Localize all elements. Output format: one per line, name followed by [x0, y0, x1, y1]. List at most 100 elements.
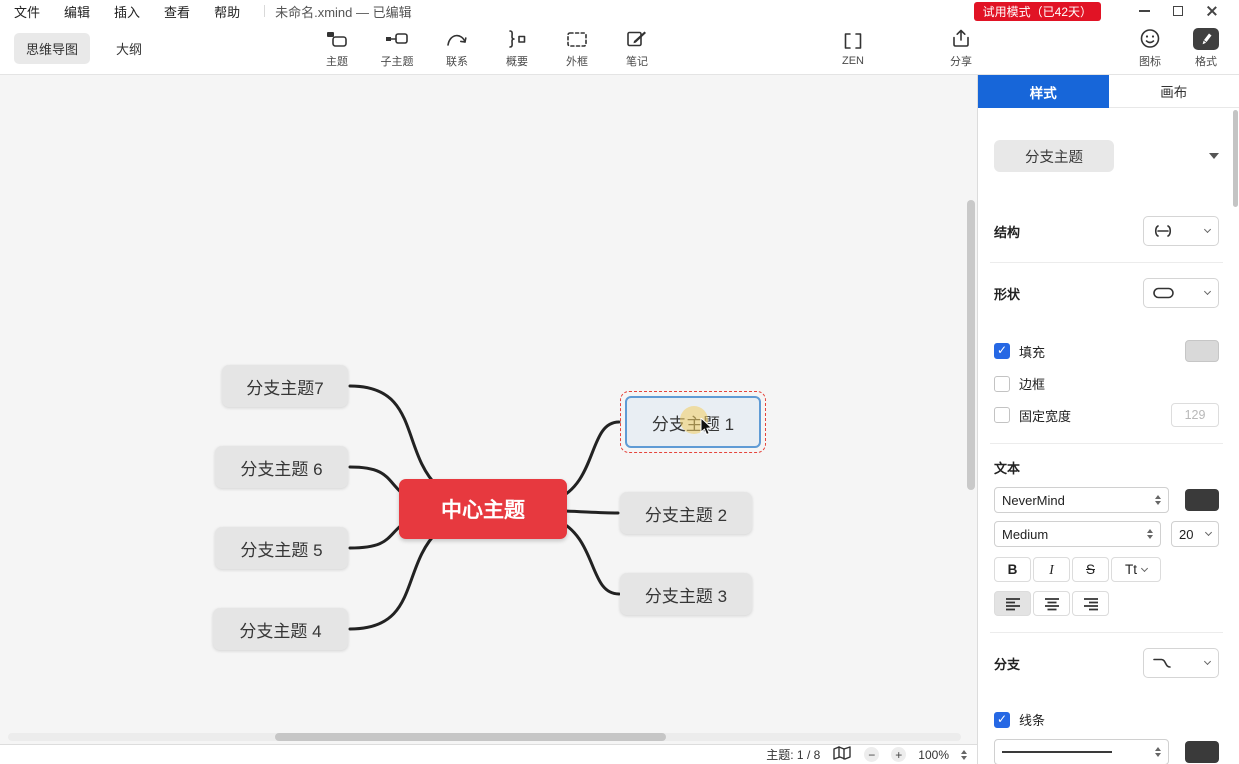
topic-icon — [325, 28, 349, 50]
vertical-scrollbar-thumb[interactable] — [967, 200, 975, 490]
topic-central[interactable]: 中心主题 — [399, 479, 567, 539]
topic-branch-2[interactable]: 分支主题 2 — [620, 492, 752, 534]
topic-branch-3[interactable]: 分支主题 3 — [620, 573, 752, 615]
topic-branch-5[interactable]: 分支主题 5 — [215, 527, 348, 569]
text-case-button[interactable]: Tt — [1111, 557, 1161, 582]
stickers-label: 图标 — [1139, 55, 1161, 68]
align-center-button[interactable] — [1033, 591, 1070, 616]
notes-icon — [625, 28, 649, 50]
font-weight-select[interactable]: Medium — [994, 521, 1161, 547]
summary-button[interactable]: 概要 — [498, 28, 536, 69]
align-right-button[interactable] — [1072, 591, 1109, 616]
format-panel: 样式 画布 分支主题 结构 形状 ✓ 填充 边框 固定宽度 129 文本 Nev… — [977, 75, 1239, 764]
view-tabs: 思维导图 大纲 — [14, 32, 200, 64]
font-weight-value: Medium — [1002, 526, 1049, 542]
shape-dropdown[interactable] — [1143, 278, 1219, 308]
menu-insert[interactable]: 插入 — [114, 2, 140, 21]
topic-type-dropdown-icon[interactable] — [1209, 153, 1219, 159]
font-size-select[interactable]: 20 — [1171, 521, 1219, 547]
notes-button[interactable]: 笔记 — [618, 28, 656, 69]
close-icon — [1206, 5, 1218, 17]
menu-view[interactable]: 查看 — [164, 2, 190, 21]
fixed-width-checkbox[interactable] — [994, 407, 1010, 423]
notes-label: 笔记 — [626, 55, 648, 68]
menubar-divider — [264, 5, 266, 17]
share-button[interactable]: 分享 — [942, 28, 980, 69]
content-area: 分支主题7 分支主题 6 分支主题 5 分支主题 4 中心主题 1 分支主题 2… — [0, 75, 1239, 764]
zoom-level[interactable]: 100% — [918, 748, 949, 762]
smiley-icon — [1138, 28, 1162, 50]
line-style-select[interactable] — [994, 739, 1169, 764]
zoom-up-icon — [961, 749, 967, 754]
menu-edit[interactable]: 编辑 — [64, 2, 90, 21]
structure-row: 结构 — [994, 216, 1219, 246]
subtopic-icon — [385, 28, 409, 50]
topic-branch-6[interactable]: 分支主题 6 — [215, 446, 348, 488]
text-color-swatch[interactable] — [1185, 489, 1219, 511]
select-spinner-icon — [1155, 495, 1161, 505]
tab-outline[interactable]: 大纲 — [104, 33, 154, 64]
topic-type-selector[interactable]: 分支主题 — [994, 140, 1114, 172]
text-case-value: Tt — [1125, 562, 1137, 577]
maximize-icon — [1173, 6, 1183, 16]
chevron-down-icon — [1203, 657, 1212, 666]
zoom-out-button[interactable]: − — [864, 747, 880, 762]
menubar: 文件 编辑 插入 查看 帮助 未命名.xmind — 已编辑 试用模式（已42天… — [0, 0, 1239, 22]
share-icon — [949, 28, 973, 50]
topic-branch-4[interactable]: 分支主题 4 — [213, 608, 348, 650]
branch-label: 分支 — [994, 656, 1021, 672]
text-style-buttons-row: B I S Tt — [994, 557, 1219, 582]
fill-checkbox[interactable] — [994, 343, 1010, 359]
italic-button[interactable]: I — [1033, 557, 1070, 582]
horizontal-scrollbar[interactable] — [8, 733, 961, 741]
topic-counter: 主题: 1 / 8 — [766, 748, 821, 762]
structure-dropdown[interactable] — [1143, 216, 1219, 246]
close-button[interactable] — [1195, 1, 1229, 21]
zoom-in-button[interactable]: + — [891, 747, 907, 762]
line-color-swatch[interactable] — [1185, 741, 1219, 763]
tab-mindmap[interactable]: 思维导图 — [14, 32, 91, 64]
align-left-button[interactable] — [994, 591, 1031, 616]
horizontal-scrollbar-thumb[interactable] — [274, 733, 666, 741]
strikethrough-button[interactable]: S — [1072, 557, 1109, 582]
chevron-down-icon — [1204, 528, 1213, 537]
chevron-down-icon — [1140, 564, 1149, 572]
boundary-button[interactable]: 外框 — [558, 28, 596, 69]
topic-branch-6-label: 分支主题 6 — [240, 459, 323, 479]
relationship-icon — [445, 28, 469, 50]
line-checkbox[interactable] — [994, 711, 1010, 728]
relationship-button[interactable]: 联系 — [438, 28, 476, 69]
maximize-button[interactable] — [1161, 1, 1195, 21]
topic-label: 主题 — [326, 55, 348, 68]
fill-label: 填充 — [1019, 344, 1046, 360]
border-checkbox[interactable] — [994, 375, 1010, 392]
branch-connector-lines — [348, 384, 621, 631]
relationship-label: 联系 — [446, 55, 468, 68]
fill-color-swatch[interactable] — [1185, 340, 1219, 362]
font-family-select[interactable]: NeverMind — [994, 487, 1169, 513]
bold-button[interactable]: B — [994, 557, 1031, 582]
branch-style-dropdown[interactable] — [1143, 648, 1219, 678]
topic-button[interactable]: 主题 — [318, 28, 356, 69]
menu-file[interactable]: 文件 — [14, 2, 40, 21]
subtopic-label: 子主题 — [380, 55, 414, 68]
tab-canvas[interactable]: 画布 — [1108, 75, 1239, 108]
fixed-width-input[interactable]: 129 — [1171, 403, 1219, 427]
zoom-spinner[interactable] — [961, 749, 967, 760]
tab-style[interactable]: 样式 — [978, 75, 1109, 108]
topic-branch-7[interactable]: 分支主题7 — [222, 365, 348, 407]
map-overview-button[interactable] — [832, 745, 852, 764]
rounded-rect-shape-icon — [1153, 287, 1174, 299]
trial-mode-badge[interactable]: 试用模式（已42天） — [973, 1, 1101, 21]
minimize-button[interactable] — [1127, 1, 1161, 21]
subtopic-button[interactable]: 子主题 — [378, 28, 416, 69]
menu-help[interactable]: 帮助 — [214, 2, 240, 21]
panel-scrollbar-thumb[interactable] — [1233, 110, 1238, 207]
stickers-button[interactable]: 图标 — [1131, 28, 1169, 69]
format-button[interactable]: 格式 — [1187, 27, 1225, 69]
line-style-row — [994, 739, 1219, 764]
mindmap-canvas[interactable]: 分支主题7 分支主题 6 分支主题 5 分支主题 4 中心主题 1 分支主题 2… — [0, 75, 977, 744]
zen-mode-button[interactable]: ZEN — [834, 30, 872, 67]
fixed-width-row: 固定宽度 129 — [994, 403, 1219, 427]
topic-central-label: 中心主题 — [441, 499, 525, 522]
